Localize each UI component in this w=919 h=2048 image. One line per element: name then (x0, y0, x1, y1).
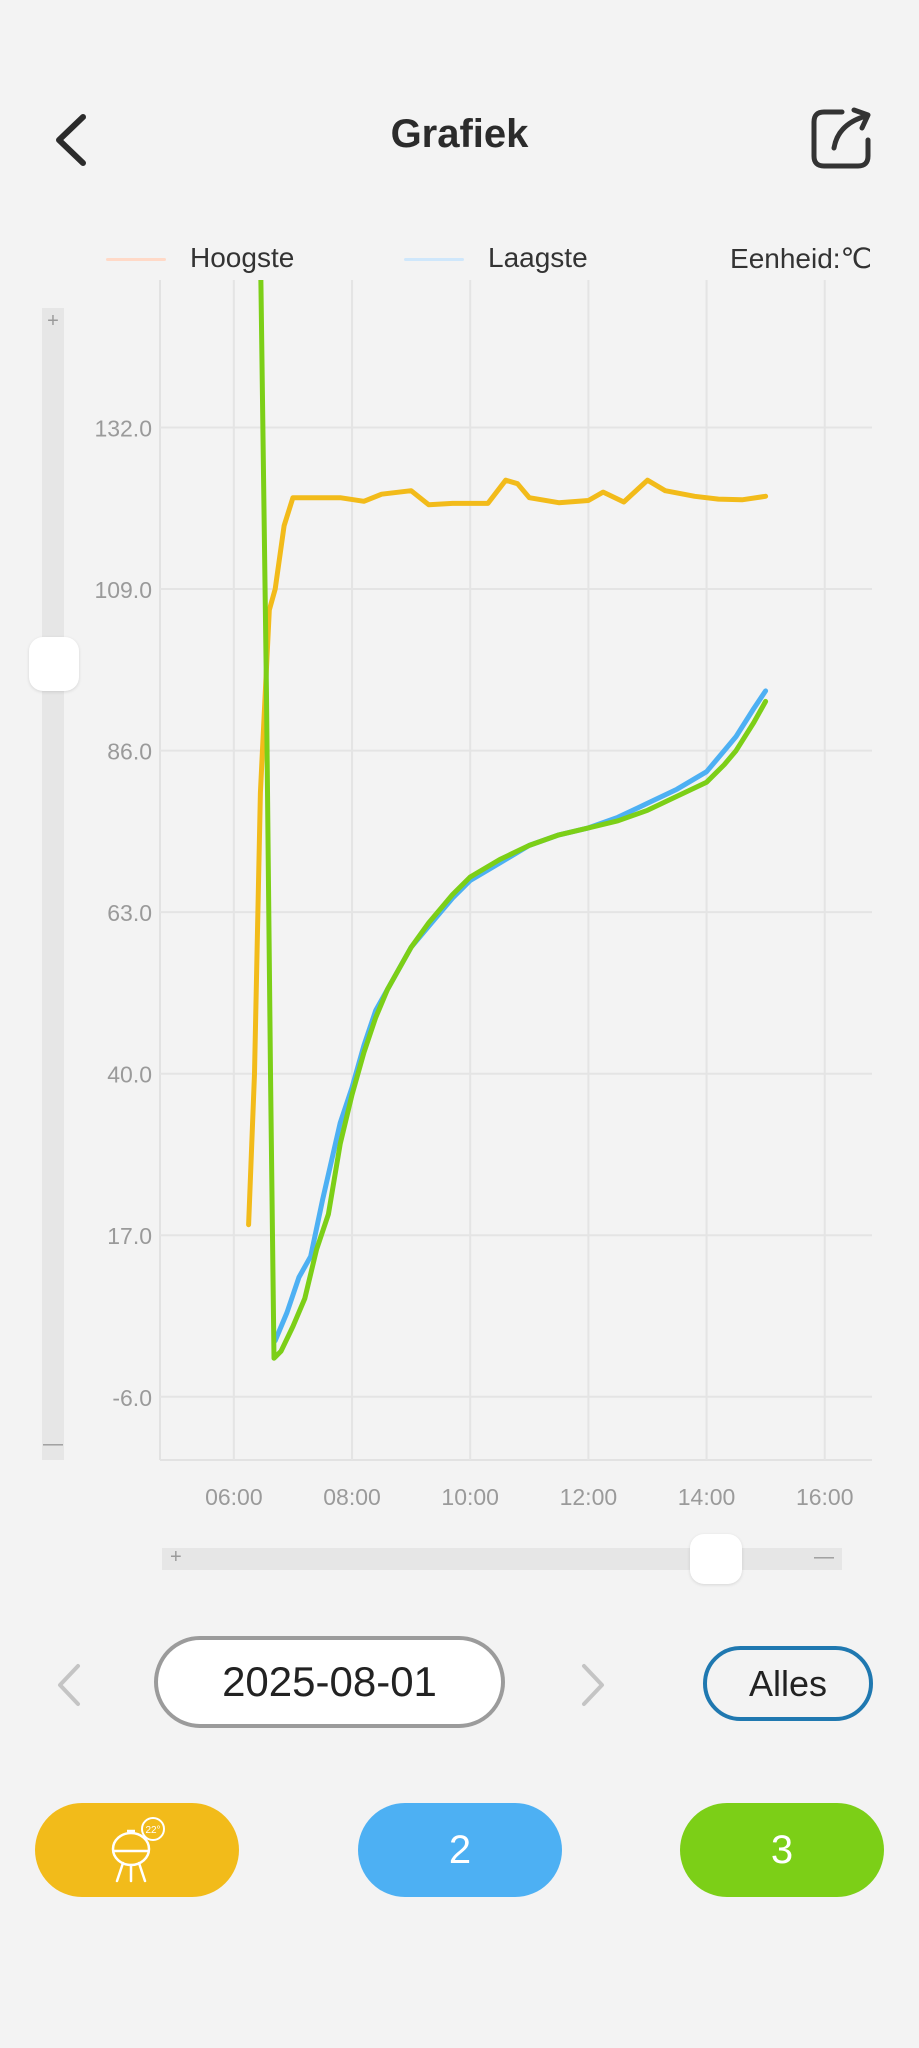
x-tick-label: 06:00 (205, 1484, 263, 1510)
grill-icon: 22° (111, 1817, 165, 1883)
x-tick-label: 12:00 (560, 1484, 618, 1510)
zoom-out-icon[interactable]: — (814, 1546, 834, 1569)
chevron-left-icon (58, 1664, 80, 1706)
series-line-probe-1 (246, 477, 769, 1228)
x-tick-label: 14:00 (678, 1484, 736, 1510)
horizontal-slider-thumb[interactable] (689, 1534, 742, 1584)
chevron-right-icon (582, 1664, 604, 1706)
x-tick-label: 16:00 (796, 1484, 854, 1510)
x-tick-label: 10:00 (441, 1484, 499, 1510)
y-tick-label: 40.0 (107, 1062, 152, 1088)
probe-badge: 22° (145, 1825, 160, 1836)
y-tick-label: 63.0 (107, 900, 152, 926)
y-tick-label: 86.0 (107, 739, 152, 765)
probe-2-button[interactable]: 2 (358, 1803, 562, 1897)
series-line-probe-3 (258, 280, 769, 1361)
zoom-in-icon[interactable]: + (170, 1546, 182, 1569)
probe-1-button[interactable]: 22° (35, 1803, 239, 1897)
y-tick-label: -6.0 (112, 1385, 152, 1411)
temperature-chart: 132.0 109.0 86.0 63.0 40.0 17.0 -6.0 06:00 08:00… (94, 280, 872, 1510)
y-tick-label: 132.0 (94, 416, 152, 442)
y-tick-label: 17.0 (107, 1223, 152, 1249)
date-selector[interactable]: 2025-08-01 (154, 1636, 505, 1728)
x-tick-label: 08:00 (323, 1484, 381, 1510)
next-day-button[interactable] (572, 1660, 612, 1710)
probe-3-button[interactable]: 3 (680, 1803, 884, 1897)
previous-day-button[interactable] (50, 1660, 90, 1710)
y-tick-label: 109.0 (94, 577, 152, 603)
all-button[interactable]: Alles (703, 1646, 873, 1721)
